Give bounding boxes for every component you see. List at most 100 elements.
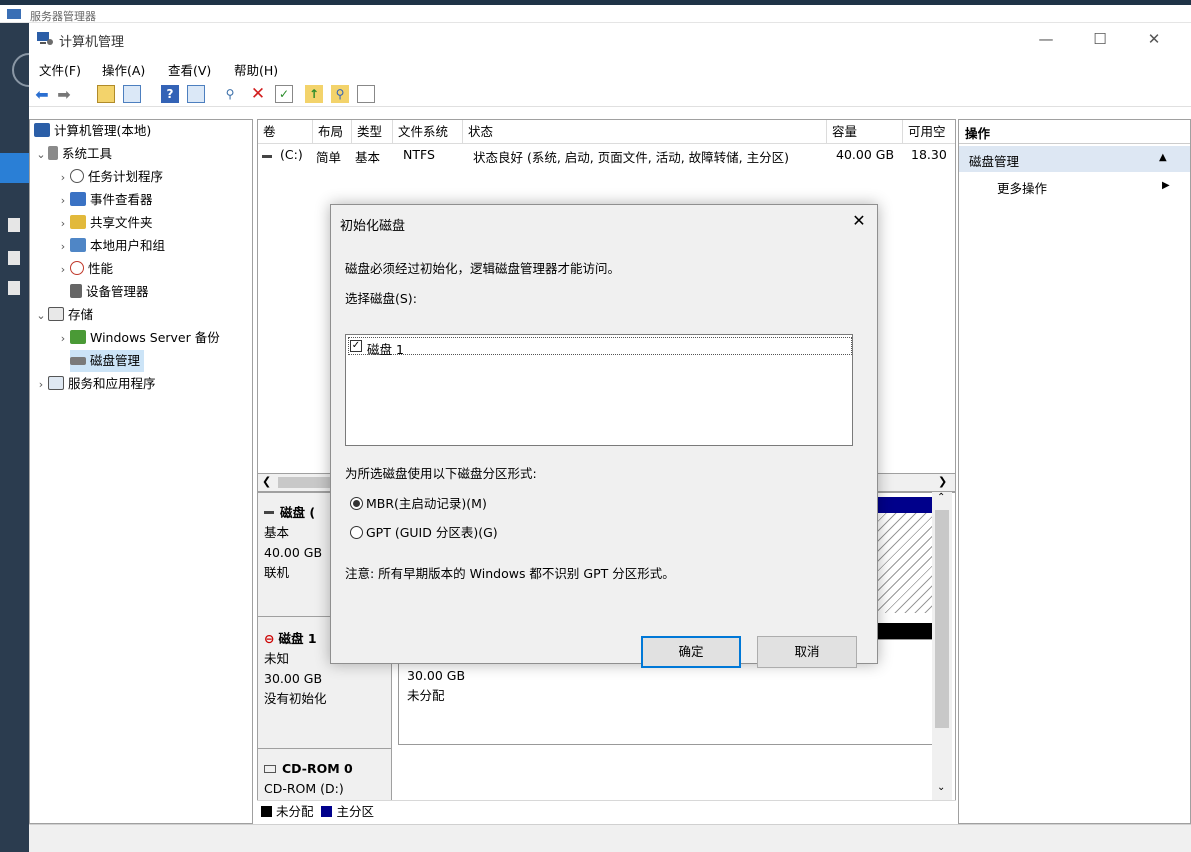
minimize-button[interactable]: — [1023,27,1069,51]
cell-status: 状态良好 (系统, 启动, 页面文件, 活动, 故障转储, 主分区) [473,150,789,165]
cancel-button[interactable]: 取消 [757,636,857,668]
background-item [8,218,20,232]
vertical-scrollbar[interactable]: ⌃ ⌄ [932,492,952,802]
cell-filesystem: NTFS [403,147,435,162]
back-arrow-icon[interactable]: ⬅ [33,85,51,104]
disk-checkbox[interactable]: ✓ [350,340,362,352]
tree-item-system-tools[interactable]: ⌄ 系统工具 [34,143,112,165]
column-header-type[interactable]: 类型 [352,120,393,144]
tree-label: 任务计划程序 [88,169,164,184]
cell-free: 18.30 [911,147,947,162]
search-icon[interactable]: ⚲ [331,85,349,103]
ok-button[interactable]: 确定 [641,636,741,668]
actions-pane: 操作 磁盘管理 ▲ 更多操作 ▶ [958,119,1191,824]
navigation-tree: 计算机管理(本地) ⌄ 系统工具 › 任务计划程序 › 事件查看器 › 共享文件夹 › 本… [29,119,253,824]
device-manager-icon [70,284,82,298]
tree-item-task-scheduler[interactable]: › 任务计划程序 [56,166,163,188]
chevron-right-icon[interactable]: › [56,236,70,258]
scroll-up-icon[interactable]: ⌃ [937,492,945,503]
cdrom-type: CD-ROM (D:) [264,781,344,796]
column-header-filesystem[interactable]: 文件系统 [393,120,463,144]
menu-action[interactable]: 操作(A) [102,60,145,79]
dialog-title: 初始化磁盘 [340,219,406,234]
chevron-down-icon[interactable]: ⌄ [34,305,48,327]
column-header-capacity[interactable]: 容量 [827,120,903,144]
scroll-right-icon[interactable]: ❯ [938,475,947,488]
tree-item-local-users[interactable]: › 本地用户和组 [56,235,165,257]
disk-0-name: 磁盘 ( [280,505,316,520]
mbr-option[interactable]: MBR(主启动记录)(M) [350,493,487,512]
import-icon[interactable]: ↑ [305,85,323,103]
scroll-left-icon[interactable]: ❮ [262,475,271,488]
delete-icon[interactable]: ✕ [249,84,267,104]
chevron-right-icon[interactable]: › [56,328,70,350]
mbr-label: MBR(主启动记录)(M) [366,496,487,511]
tree-label: 计算机管理(本地) [54,123,152,138]
chevron-right-icon[interactable]: › [56,213,70,235]
tree-item-services-apps[interactable]: › 服务和应用程序 [34,373,156,395]
chevron-right-icon[interactable]: › [34,374,48,396]
tree-label: 存储 [68,307,94,322]
status-bar [29,824,1191,852]
disk-list-item[interactable]: ✓ 磁盘 1 [348,337,852,357]
volume-icon [262,155,272,158]
action-more[interactable]: 更多操作 ▶ [997,178,1187,200]
computer-management-icon [37,32,53,45]
action-more-label: 更多操作 [997,181,1048,196]
partition-style-label: 为所选磁盘使用以下磁盘分区形式: [345,466,537,481]
column-header-status[interactable]: 状态 [463,120,827,144]
forward-arrow-icon[interactable]: ➡ [55,85,73,104]
close-button[interactable]: ✕ [1131,27,1177,51]
menu-view[interactable]: 查看(V) [168,60,211,79]
tree-item-root[interactable]: 计算机管理(本地) [34,120,151,142]
tree-item-device-manager[interactable]: 设备管理器 [70,281,149,303]
scroll-thumb[interactable] [935,510,949,728]
dialog-note: 注意: 所有早期版本的 Windows 都不识别 GPT 分区形式。 [345,566,675,581]
cell-layout: 简单 [316,150,342,165]
tree-label: Windows Server 备份 [90,330,220,345]
column-header-free[interactable]: 可用空 [903,120,955,144]
actions-section-disk-management[interactable]: 磁盘管理 ▲ [959,146,1190,172]
disk-management-icon [70,357,86,365]
dialog-close-button[interactable]: ✕ [844,209,874,233]
help-icon[interactable]: ? [161,85,179,103]
tools-icon [48,146,58,160]
storage-icon [48,307,64,321]
tree-label: 本地用户和组 [90,238,166,253]
column-header-layout[interactable]: 布局 [313,120,352,144]
check-icon[interactable]: ✓ [275,85,293,103]
mbr-radio[interactable] [350,497,363,510]
clock-icon [70,169,84,183]
up-folder-icon[interactable] [97,85,115,103]
tree-item-windows-backup[interactable]: › Windows Server 备份 [56,327,220,349]
tree-item-disk-management[interactable]: 磁盘管理 [70,350,145,372]
chevron-down-icon[interactable]: ⌄ [34,144,48,166]
list-view-icon[interactable] [357,85,375,103]
tree-item-storage[interactable]: ⌄ 存储 [34,304,93,326]
menu-file[interactable]: 文件(F) [39,60,81,79]
column-header-volume[interactable]: 卷 [258,120,313,144]
tree-item-event-viewer[interactable]: › 事件查看器 [56,189,153,211]
show-hide-tree-icon[interactable] [123,85,141,103]
connect-icon[interactable]: ⚲ [221,85,239,103]
menu-bar: 文件(F) 操作(A) 查看(V) 帮助(H) [29,57,1191,79]
disk-select-list[interactable]: ✓ 磁盘 1 [345,334,853,446]
scroll-thumb[interactable] [278,477,338,488]
actions-header: 操作 [959,120,1190,144]
maximize-button[interactable]: ☐ [1077,27,1123,51]
scroll-down-icon[interactable]: ⌄ [937,782,945,793]
menu-help[interactable]: 帮助(H) [234,60,278,79]
gpt-option[interactable]: GPT (GUID 分区表)(G) [350,522,498,541]
tree-item-shared-folders[interactable]: › 共享文件夹 [56,212,153,234]
background-window-title: 服务器管理器 [30,10,96,23]
collapse-icon[interactable]: ▲ [1159,152,1167,163]
shared-folder-icon [70,215,86,229]
chevron-right-icon[interactable]: › [56,190,70,212]
gpt-radio[interactable] [350,526,363,539]
chevron-right-icon[interactable]: › [56,259,70,281]
chevron-right-icon[interactable]: › [56,167,70,189]
services-icon [48,376,64,390]
tree-item-performance[interactable]: › 性能 [56,258,113,280]
cell-type: 基本 [355,150,381,165]
properties-icon[interactable] [187,85,205,103]
